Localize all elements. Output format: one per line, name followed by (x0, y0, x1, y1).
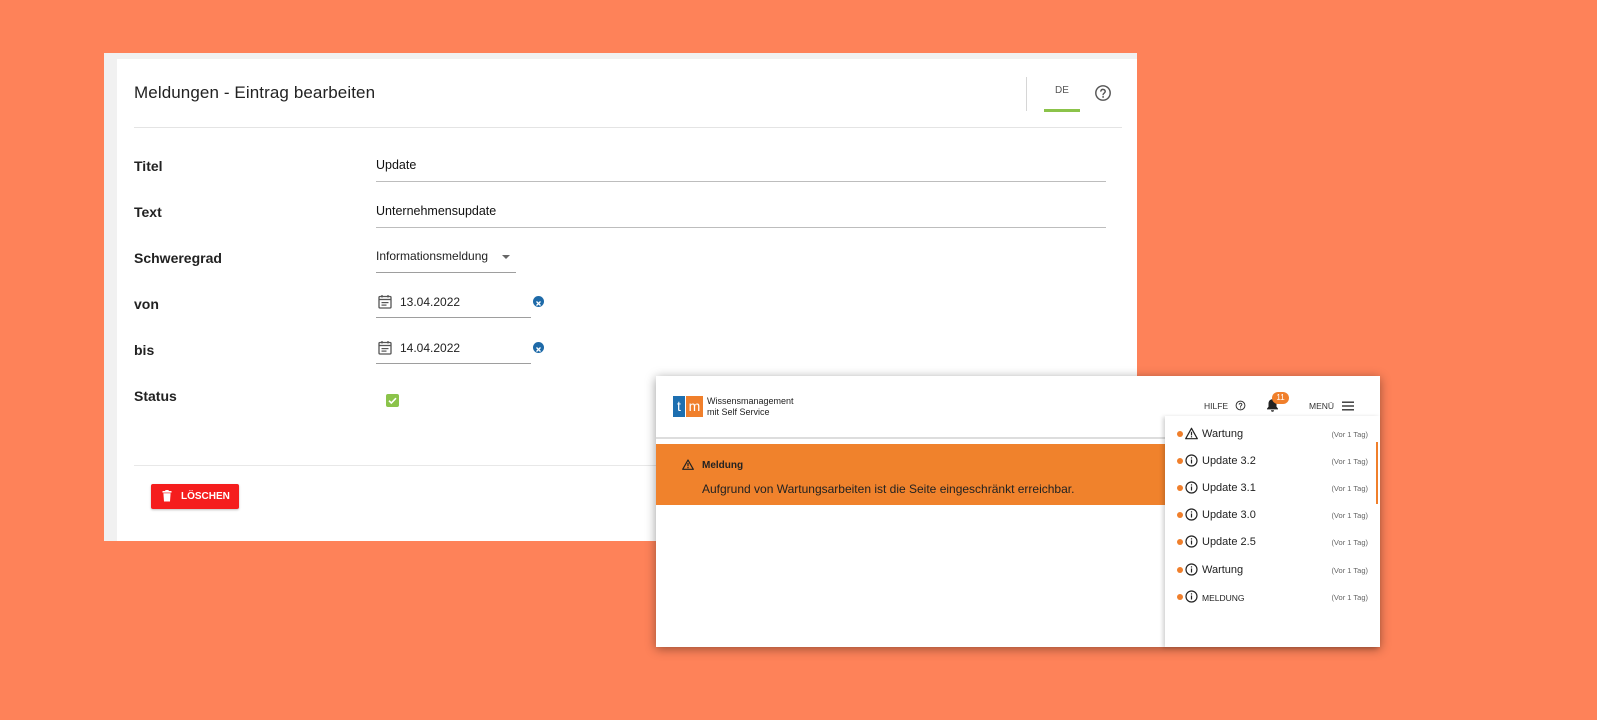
logo-text-line2: mit Self Service (707, 407, 770, 417)
text-input[interactable]: Unternehmensupdate (376, 202, 1106, 228)
logo[interactable]: t m (673, 396, 703, 417)
notification-label: Update 3.1 (1202, 482, 1256, 494)
logo-text-line1: Wissensmanagement (707, 396, 794, 406)
notification-time: (Vor 1 Tag) (1331, 593, 1368, 602)
info-icon (1185, 535, 1198, 548)
notification-time: (Vor 1 Tag) (1331, 430, 1368, 439)
notification-item[interactable]: Wartung (Vor 1 Tag) (1165, 423, 1380, 445)
von-date-value: 13.04.2022 (400, 295, 461, 309)
unread-dot (1177, 594, 1183, 600)
bis-clear-icon[interactable] (533, 342, 544, 353)
bis-date-value: 14.04.2022 (400, 341, 461, 355)
unread-dot (1177, 539, 1183, 545)
notification-item[interactable]: Update 3.2 (Vor 1 Tag) (1165, 450, 1380, 472)
notification-label: MELDUNG (1202, 593, 1245, 603)
unread-dot (1177, 431, 1183, 437)
unread-dot (1177, 567, 1183, 573)
titel-input[interactable]: Update (376, 156, 1106, 182)
calendar-icon (378, 341, 392, 355)
warning-icon (1185, 427, 1198, 440)
notification-item[interactable]: MELDUNG (Vor 1 Tag) (1165, 586, 1380, 608)
calendar-icon (378, 295, 392, 309)
help-icon[interactable] (1094, 84, 1112, 102)
banner-title: Meldung (702, 460, 744, 471)
schweregrad-label: Schweregrad (134, 250, 222, 266)
header-divider-line (134, 127, 1122, 128)
menu-link[interactable]: MENÜ (1309, 401, 1334, 411)
notification-label: Update 3.0 (1202, 509, 1256, 521)
notification-time: (Vor 1 Tag) (1331, 566, 1368, 575)
notification-item[interactable]: Update 3.0 (Vor 1 Tag) (1165, 504, 1380, 526)
chevron-down-icon (502, 255, 510, 259)
help-link[interactable]: HILFE (1204, 401, 1228, 411)
info-icon (1185, 481, 1198, 494)
help-icon[interactable] (1235, 400, 1246, 411)
notification-label: Wartung (1202, 564, 1244, 576)
notification-time: (Vor 1 Tag) (1331, 484, 1368, 493)
trash-icon (162, 490, 172, 502)
notification-time: (Vor 1 Tag) (1331, 511, 1368, 520)
notification-label: Update 2.5 (1202, 536, 1256, 548)
info-icon (1185, 508, 1198, 521)
von-clear-icon[interactable] (533, 296, 544, 307)
notification-item[interactable]: Update 3.1 (Vor 1 Tag) (1165, 477, 1380, 499)
notification-label: Update 3.2 (1202, 455, 1256, 467)
schweregrad-value: Informationsmeldung (376, 249, 489, 263)
notification-item[interactable]: Wartung (Vor 1 Tag) (1165, 559, 1380, 581)
info-icon (1185, 590, 1198, 603)
announcement-banner: Meldung Aufgrund von Wartungsarbeiten is… (656, 444, 1166, 505)
status-checkbox[interactable] (386, 394, 399, 407)
logo-letter-m: m (686, 396, 703, 417)
von-date-input[interactable]: 13.04.2022 (376, 294, 531, 318)
von-label: von (134, 296, 159, 312)
banner-text: Aufgrund von Wartungsarbeiten ist die Se… (702, 482, 1075, 496)
unread-dot (1177, 458, 1183, 464)
titel-label: Titel (134, 158, 163, 174)
notification-badge: 11 (1272, 392, 1289, 404)
notification-label: Wartung (1202, 428, 1244, 440)
tab-language-de[interactable]: DE (1044, 76, 1080, 112)
delete-button-label: LÖSCHEN (181, 491, 230, 502)
logo-letter-t: t (673, 396, 685, 417)
bis-label: bis (134, 342, 155, 358)
notification-time: (Vor 1 Tag) (1331, 538, 1368, 547)
info-icon (1185, 454, 1198, 467)
logo-text: Wissensmanagement mit Self Service (707, 396, 794, 418)
notification-item[interactable]: Update 2.5 (Vor 1 Tag) (1165, 531, 1380, 553)
page-title: Meldungen - Eintrag bearbeiten (134, 83, 376, 102)
header-divider (656, 437, 1166, 439)
info-icon (1185, 563, 1198, 576)
text-label: Text (134, 204, 162, 220)
notification-list: Wartung (Vor 1 Tag) Update 3.2 (Vor 1 Ta… (1165, 416, 1380, 647)
warning-icon (682, 459, 694, 470)
header-divider (1026, 77, 1027, 111)
unread-dot (1177, 512, 1183, 518)
schweregrad-select[interactable]: Informationsmeldung (376, 249, 516, 273)
hamburger-icon[interactable] (1342, 401, 1354, 411)
delete-button[interactable]: LÖSCHEN (151, 484, 239, 509)
notification-time: (Vor 1 Tag) (1331, 457, 1368, 466)
preview-window: t m Wissensmanagement mit Self Service H… (656, 376, 1380, 647)
unread-dot (1177, 485, 1183, 491)
check-icon (388, 397, 397, 405)
bis-date-input[interactable]: 14.04.2022 (376, 340, 531, 364)
status-label: Status (134, 388, 177, 404)
